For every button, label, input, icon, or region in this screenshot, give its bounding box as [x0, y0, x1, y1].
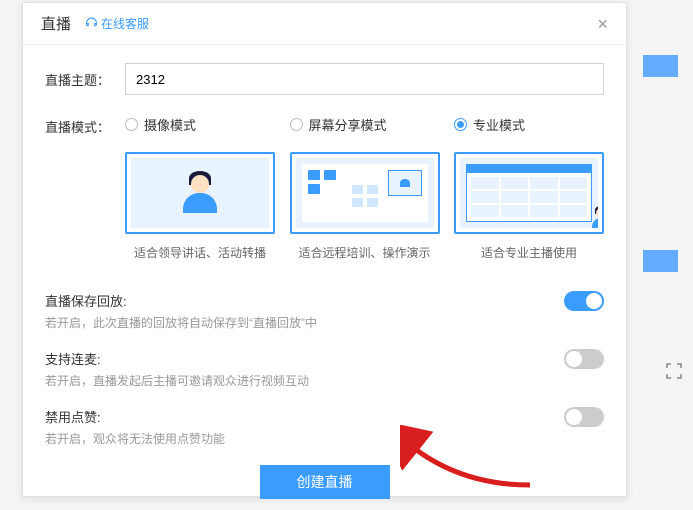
close-button[interactable]: × [597, 15, 608, 33]
modal-header: 直播 在线客服 × [23, 3, 626, 45]
mode-thumb-screen [290, 152, 440, 234]
subject-input[interactable] [125, 63, 604, 95]
fullscreen-icon[interactable] [665, 362, 683, 380]
mode-option-camera[interactable]: 摄像模式 适合领导讲话、活动转播 [125, 115, 275, 261]
toggle-mic[interactable] [564, 349, 604, 369]
toggle-row-replay: 直播保存回放: 若开启，此次直播的回放将自动保存到“直播回放”中 [45, 291, 604, 331]
mode-option-pro[interactable]: 专业模式 适合专业主播使用 [454, 115, 604, 261]
mode-row: 直播模式： 摄像模式 适合领导讲话、活动转播 [45, 115, 604, 261]
radio-icon-checked [454, 118, 467, 131]
toggle-row-mic: 支持连麦: 若开启，直播发起后主播可邀请观众进行视频互动 [45, 349, 604, 389]
toggle-like[interactable] [564, 407, 604, 427]
create-live-button[interactable]: 创建直播 [260, 465, 390, 499]
create-live-modal: 直播 在线客服 × 直播主题： 直播模式： 摄像模式 [22, 2, 627, 497]
toggle-section: 直播保存回放: 若开启，此次直播的回放将自动保存到“直播回放”中 支持连麦: 若… [45, 291, 604, 447]
mode-label: 直播模式： [45, 115, 125, 136]
radio-icon [290, 118, 303, 131]
mode-option-screen[interactable]: 屏幕分享模式 适合远程培训、操作演示 [290, 115, 440, 261]
headset-icon [85, 17, 98, 30]
radio-icon [125, 118, 138, 131]
modal-title: 直播 [41, 13, 71, 34]
mode-thumb-camera [125, 152, 275, 234]
subject-label: 直播主题： [45, 70, 125, 89]
support-link[interactable]: 在线客服 [85, 15, 149, 32]
subject-row: 直播主题： [45, 63, 604, 95]
toggle-row-like: 禁用点赞: 若开启，观众将无法使用点赞功能 [45, 407, 604, 447]
toggle-replay[interactable] [564, 291, 604, 311]
background-decor [643, 30, 693, 490]
mode-thumb-pro [454, 152, 604, 234]
modal-body: 直播主题： 直播模式： 摄像模式 适合领导讲话、活动转播 [23, 45, 626, 509]
mode-options: 摄像模式 适合领导讲话、活动转播 屏幕分享模式 [125, 115, 604, 261]
